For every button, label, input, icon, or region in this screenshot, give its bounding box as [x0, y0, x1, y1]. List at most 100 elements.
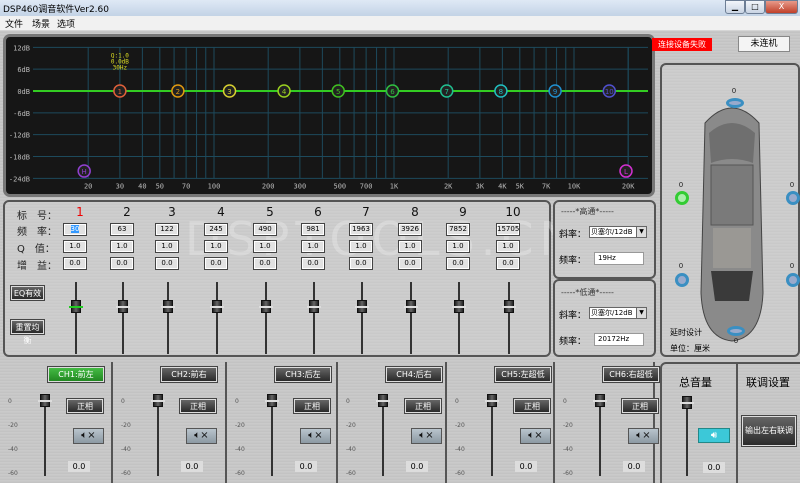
- band-fader-handle[interactable]: [502, 300, 516, 313]
- band-fader-handle[interactable]: [69, 300, 83, 313]
- mute-button[interactable]: 🔈︎×: [73, 428, 104, 444]
- menu-file[interactable]: 文件: [5, 17, 23, 30]
- channel-fader-handle[interactable]: [593, 394, 607, 407]
- band-gain-input[interactable]: 0.0: [446, 257, 470, 270]
- phase-button[interactable]: 正相: [513, 398, 551, 414]
- channel-select-button[interactable]: CH1:前左: [47, 366, 105, 383]
- band-fader-track[interactable]: [361, 282, 363, 354]
- mute-button[interactable]: 🔈︎×: [520, 428, 551, 444]
- highpass-slope-select[interactable]: 贝塞尔/12dB ▼: [589, 226, 647, 238]
- speaker-left-rear-icon[interactable]: [675, 273, 689, 287]
- band-fader-handle[interactable]: [116, 300, 130, 313]
- eq-point-1[interactable]: 1: [113, 84, 127, 98]
- band-fader-handle[interactable]: [210, 300, 224, 313]
- band-fader-handle[interactable]: [355, 300, 369, 313]
- maximize-button[interactable]: □: [745, 0, 765, 14]
- channel-fader-handle[interactable]: [265, 394, 279, 407]
- eq-enable-button[interactable]: EQ有效: [10, 285, 45, 301]
- band-freq-input[interactable]: 1963: [349, 223, 373, 236]
- speaker-on-icon[interactable]: 🔊︎: [698, 428, 730, 443]
- speaker-right-front-icon[interactable]: [786, 191, 800, 205]
- band-fader-track[interactable]: [313, 282, 315, 354]
- eq-point-3[interactable]: 3: [222, 84, 237, 98]
- eq-point-2[interactable]: 2: [171, 84, 185, 98]
- channel-fader-handle[interactable]: [485, 394, 499, 407]
- channel-select-button[interactable]: CH5:左超低: [494, 366, 552, 383]
- speaker-front-icon[interactable]: [726, 98, 744, 108]
- band-gain-input[interactable]: 0.0: [204, 257, 228, 270]
- eq-point-10[interactable]: 10: [602, 84, 617, 98]
- band-freq-input[interactable]: 981: [301, 223, 325, 236]
- band-q-input[interactable]: 1.0: [110, 240, 134, 253]
- band-gain-input[interactable]: 0.0: [63, 257, 87, 270]
- band-freq-input[interactable]: 63: [110, 223, 134, 236]
- band-fader-handle[interactable]: [307, 300, 321, 313]
- mute-button[interactable]: 🔈︎×: [300, 428, 331, 444]
- band-fader-track[interactable]: [167, 282, 169, 354]
- band-freq-input[interactable]: 122: [155, 223, 179, 236]
- master-fader-handle[interactable]: [680, 396, 694, 409]
- lowpass-slope-select[interactable]: 贝塞尔/12dB ▼: [589, 307, 647, 319]
- chevron-down-icon[interactable]: ▼: [636, 227, 646, 237]
- band-q-input[interactable]: 1.0: [446, 240, 470, 253]
- band-fader-track[interactable]: [458, 282, 460, 354]
- channel-select-button[interactable]: CH3:后左: [274, 366, 332, 383]
- band-q-input[interactable]: 1.0: [349, 240, 373, 253]
- channel-fader-handle[interactable]: [376, 394, 390, 407]
- band-fader-track[interactable]: [410, 282, 412, 354]
- close-button[interactable]: X: [765, 0, 798, 14]
- band-freq-input[interactable]: 15705: [496, 223, 520, 236]
- band-gain-input[interactable]: 0.0: [253, 257, 277, 270]
- band-q-input[interactable]: 1.0: [398, 240, 422, 253]
- speaker-rear-icon[interactable]: [727, 326, 745, 336]
- phase-button[interactable]: 正相: [66, 398, 104, 414]
- band-freq-input[interactable]: 30: [63, 223, 87, 236]
- band-fader-track[interactable]: [122, 282, 124, 354]
- band-gain-input[interactable]: 0.0: [398, 257, 422, 270]
- eq-point-9[interactable]: 9: [548, 84, 562, 98]
- minimize-button[interactable]: ▁: [725, 0, 745, 14]
- menu-scene[interactable]: 场景: [32, 17, 50, 30]
- band-q-input[interactable]: 1.0: [496, 240, 520, 253]
- band-freq-input[interactable]: 490: [253, 223, 277, 236]
- eq-graph[interactable]: 12dB 6dB 0dB -6dB -12dB -18dB -24dB 20 30 40 50 70 1…: [3, 34, 655, 197]
- band-fader-track[interactable]: [265, 282, 267, 354]
- speaker-right-rear-icon[interactable]: [786, 273, 800, 287]
- band-fader-handle[interactable]: [259, 300, 273, 313]
- menu-options[interactable]: 选项: [57, 17, 75, 30]
- eq-point-6[interactable]: 6: [385, 84, 400, 98]
- band-q-input[interactable]: 1.0: [155, 240, 179, 253]
- band-fader-track[interactable]: [216, 282, 218, 354]
- band-fader-handle[interactable]: [452, 300, 466, 313]
- eq-point-H[interactable]: H: [77, 164, 91, 178]
- band-q-input[interactable]: 1.0: [63, 240, 87, 253]
- band-gain-input[interactable]: 0.0: [110, 257, 134, 270]
- phase-button[interactable]: 正相: [404, 398, 442, 414]
- highpass-freq-input[interactable]: 19Hz: [594, 252, 644, 265]
- band-gain-input[interactable]: 0.0: [349, 257, 373, 270]
- channel-select-button[interactable]: CH4:后右: [385, 366, 443, 383]
- band-freq-input[interactable]: 7852: [446, 223, 470, 236]
- connect-button[interactable]: 未连机: [738, 36, 790, 52]
- band-q-input[interactable]: 1.0: [253, 240, 277, 253]
- band-q-input[interactable]: 1.0: [301, 240, 325, 253]
- phase-button[interactable]: 正相: [621, 398, 659, 414]
- channel-fader-handle[interactable]: [38, 394, 52, 407]
- channel-select-button[interactable]: CH6:右超低: [602, 366, 660, 383]
- band-gain-input[interactable]: 0.0: [496, 257, 520, 270]
- eq-point-4[interactable]: 4: [277, 84, 291, 98]
- link-lr-button[interactable]: 输出左右联调: [741, 415, 797, 447]
- eq-point-7[interactable]: 7: [439, 84, 454, 98]
- eq-graph-svg[interactable]: 12dB 6dB 0dB -6dB -12dB -18dB -24dB 20 30 40 50 70 1…: [6, 37, 652, 194]
- band-fader-handle[interactable]: [404, 300, 418, 313]
- speaker-left-front-icon[interactable]: [675, 191, 689, 205]
- mute-button[interactable]: 🔈︎×: [411, 428, 442, 444]
- band-freq-input[interactable]: 3926: [398, 223, 422, 236]
- band-gain-input[interactable]: 0.0: [301, 257, 325, 270]
- band-fader-track[interactable]: [508, 282, 510, 354]
- channel-select-button[interactable]: CH2:前右: [160, 366, 218, 383]
- reset-eq-button[interactable]: 重置均衡: [10, 319, 45, 345]
- mute-button[interactable]: 🔈︎×: [628, 428, 659, 444]
- band-gain-input[interactable]: 0.0: [155, 257, 179, 270]
- eq-point-8[interactable]: 8: [494, 84, 508, 98]
